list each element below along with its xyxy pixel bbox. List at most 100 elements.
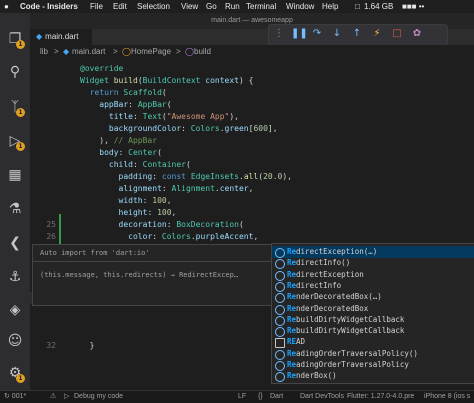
source-control-icon[interactable]: ᛉ1 (5, 97, 25, 117)
menu-help[interactable]: Help (322, 0, 338, 13)
suggestion-item[interactable]: RedirectInfo() (272, 257, 474, 270)
status-bar: ↻ 001* ⚠ ▷ Debug my code LF {} Dart Dart… (0, 390, 474, 403)
hover-signature: (this.message, this.redirects) → Redirec… (40, 271, 239, 279)
class-icon: ◯ (122, 47, 131, 56)
code-line: } (80, 341, 95, 350)
suggestion-item[interactable]: RedirectException (272, 269, 474, 281)
suggestion-label: RedirectInfo (287, 280, 342, 290)
memory-chip-icon: □ (355, 2, 360, 11)
breadcrumb-method[interactable]: build (194, 45, 211, 59)
suggestion-label: RenderDecoratedBox(…) (287, 292, 382, 302)
suggestion-item[interactable]: ReadingOrderTraversalPolicy (272, 359, 474, 371)
suggestion-label: RedirectException(…) (287, 247, 378, 256)
devtools-icon[interactable]: ✿ (411, 28, 423, 40)
extensions-icon[interactable]: ▦ (5, 165, 25, 185)
explorer-icon[interactable]: ❐ 1 (5, 29, 25, 49)
pause-icon[interactable]: ❚❚ (291, 28, 308, 40)
code-line: padding: const EdgeInsets.all(20.0), (118, 172, 292, 181)
code-line: title: Text("Awesome App"), (108, 112, 239, 121)
suggestion-item[interactable]: RedirectInfo (272, 280, 474, 292)
app-name-menu[interactable]: Code - Insiders (20, 0, 78, 13)
tab-main-dart[interactable]: ◆ main.dart (30, 29, 92, 45)
menu-window[interactable]: Window (286, 0, 314, 13)
suggestion-item[interactable]: RenderDecoratedBox(…) (272, 291, 474, 304)
code-line: body: Center( (99, 148, 162, 157)
status-device[interactable]: iPhone 8 (ios s (424, 391, 470, 403)
menu-terminal[interactable]: Terminal (246, 0, 276, 13)
breadcrumb-file[interactable]: main.dart (72, 45, 105, 59)
remote-icon[interactable]: ⚓ (5, 267, 25, 287)
settings-icon[interactable]: ⚙ 1 (5, 363, 25, 383)
tab-label: main.dart (45, 32, 79, 41)
grip-icon[interactable]: ⋮ (273, 28, 285, 40)
suggestion-item[interactable]: RenderDecoratedBox (272, 303, 474, 315)
code-line: appBar: AppBar( (99, 100, 172, 109)
suggestion-label: ReadingOrderTraversalPolicy() (287, 348, 418, 358)
suggestion-label: ReadingOrderTraversalPolicy (287, 360, 409, 369)
suggestion-label: RedirectException (287, 269, 364, 279)
suggestion-item[interactable]: ReadingOrderTraversalPolicy() (272, 348, 474, 360)
menu-run[interactable]: Run (225, 0, 240, 13)
debug-toolbar: ⋮ ❚❚ ↷ ↓ ↑ ⚡ □ ✿ (268, 24, 448, 46)
status-flutter[interactable]: Flutter: 1.27.0-4.0.pre (347, 391, 414, 403)
hot-reload-icon[interactable]: ⚡ (371, 28, 383, 40)
search-icon[interactable]: ⚲ (5, 62, 25, 82)
status-branch[interactable]: ↻ 001* (4, 391, 26, 403)
apple-menu-icon[interactable]: ● (4, 0, 9, 13)
breadcrumb-lib[interactable]: lib (40, 45, 48, 59)
stop-icon[interactable]: □ (391, 28, 403, 40)
menu-selection[interactable]: Selection (137, 0, 170, 13)
breadcrumb: lib > ◆ main.dart > ◯ HomePage > ◯ build (30, 45, 474, 59)
hover-auto-import: Auto import from 'dart:io' (40, 249, 150, 257)
suggestion-label: RebuildDirtyWidgetCallback (287, 326, 405, 336)
code-line: Widget build(BuildContext context) { (80, 76, 254, 85)
menu-go[interactable]: Go (206, 0, 217, 13)
code-line: decoration: BoxDecoration( (118, 220, 244, 229)
status-devtools[interactable]: Dart DevTools (300, 391, 344, 403)
class-icon (275, 372, 285, 383)
suggestion-item[interactable]: RenderBox() (272, 370, 474, 383)
code-line: @override (80, 64, 124, 73)
breadcrumb-sep: > (113, 47, 118, 56)
menu-edit[interactable]: Edit (113, 0, 127, 13)
menu-file[interactable]: File (90, 0, 103, 13)
breadcrumb-sep: > (176, 47, 181, 56)
suggestion-widget: RedirectException(…) RedirectInfo() Redire… (271, 243, 474, 384)
status-debug[interactable]: Debug my code (74, 391, 123, 403)
code-line: alignment: Alignment.center, (118, 184, 254, 193)
code-line: backgroundColor: Colors.green[600], (108, 124, 278, 133)
suggestion-label: RenderBox() (287, 371, 337, 381)
code-line: width: 100, (118, 196, 172, 205)
status-eol[interactable]: LF (238, 391, 246, 403)
testing-icon[interactable]: ⚗ (5, 199, 25, 219)
suggestion-label: RebuildDirtyWidgetCallback (287, 314, 405, 324)
source-control-badge: 1 (16, 108, 25, 117)
suggestion-item[interactable]: RebuildDirtyWidgetCallback (272, 325, 474, 338)
status-menu-icons: ■■■ •• (402, 2, 425, 11)
line-number: 32 (46, 341, 56, 350)
code-line: ), // AppBar (80, 136, 158, 145)
suggestion-item[interactable]: READ (272, 336, 474, 349)
status-language[interactable]: Dart (270, 391, 283, 403)
dart-icon[interactable]: ◈ (5, 300, 25, 320)
braces-icon: {} (258, 393, 263, 400)
suggestion-item[interactable]: RebuildDirtyWidgetCallback (272, 314, 474, 326)
account-icon[interactable]: ☺ (5, 331, 25, 351)
flutter-icon[interactable]: ❮ (5, 233, 25, 253)
suggestion-item[interactable]: RedirectException(…) (272, 246, 474, 258)
step-over-icon[interactable]: ↷ (311, 28, 323, 40)
step-into-icon[interactable]: ↓ (331, 28, 343, 40)
hover-tooltip: Auto import from 'dart:io' (this.message… (32, 244, 273, 306)
code-line: height: 100, (118, 208, 177, 217)
dart-file-icon: ◆ (36, 32, 43, 41)
run-debug-icon[interactable]: ▷ 1 (5, 131, 25, 151)
menu-view[interactable]: View (181, 0, 198, 13)
activity-bar: ❐ 1 ⚲ ᛉ1 ▷ 1 ▦ ⚗ ❮ ⚓ ◈ ☺ ⚙ 1 (0, 13, 30, 390)
step-out-icon[interactable]: ↑ (351, 28, 363, 40)
code-line: return Scaffold( (89, 88, 167, 97)
dart-file-icon: ◆ (63, 47, 70, 56)
run-debug-badge: 1 (16, 142, 25, 151)
breadcrumb-class[interactable]: HomePage (131, 45, 171, 59)
error-icon[interactable]: ⚠ (50, 391, 56, 403)
code-line: color: Colors.purpleAccent, (128, 232, 259, 241)
